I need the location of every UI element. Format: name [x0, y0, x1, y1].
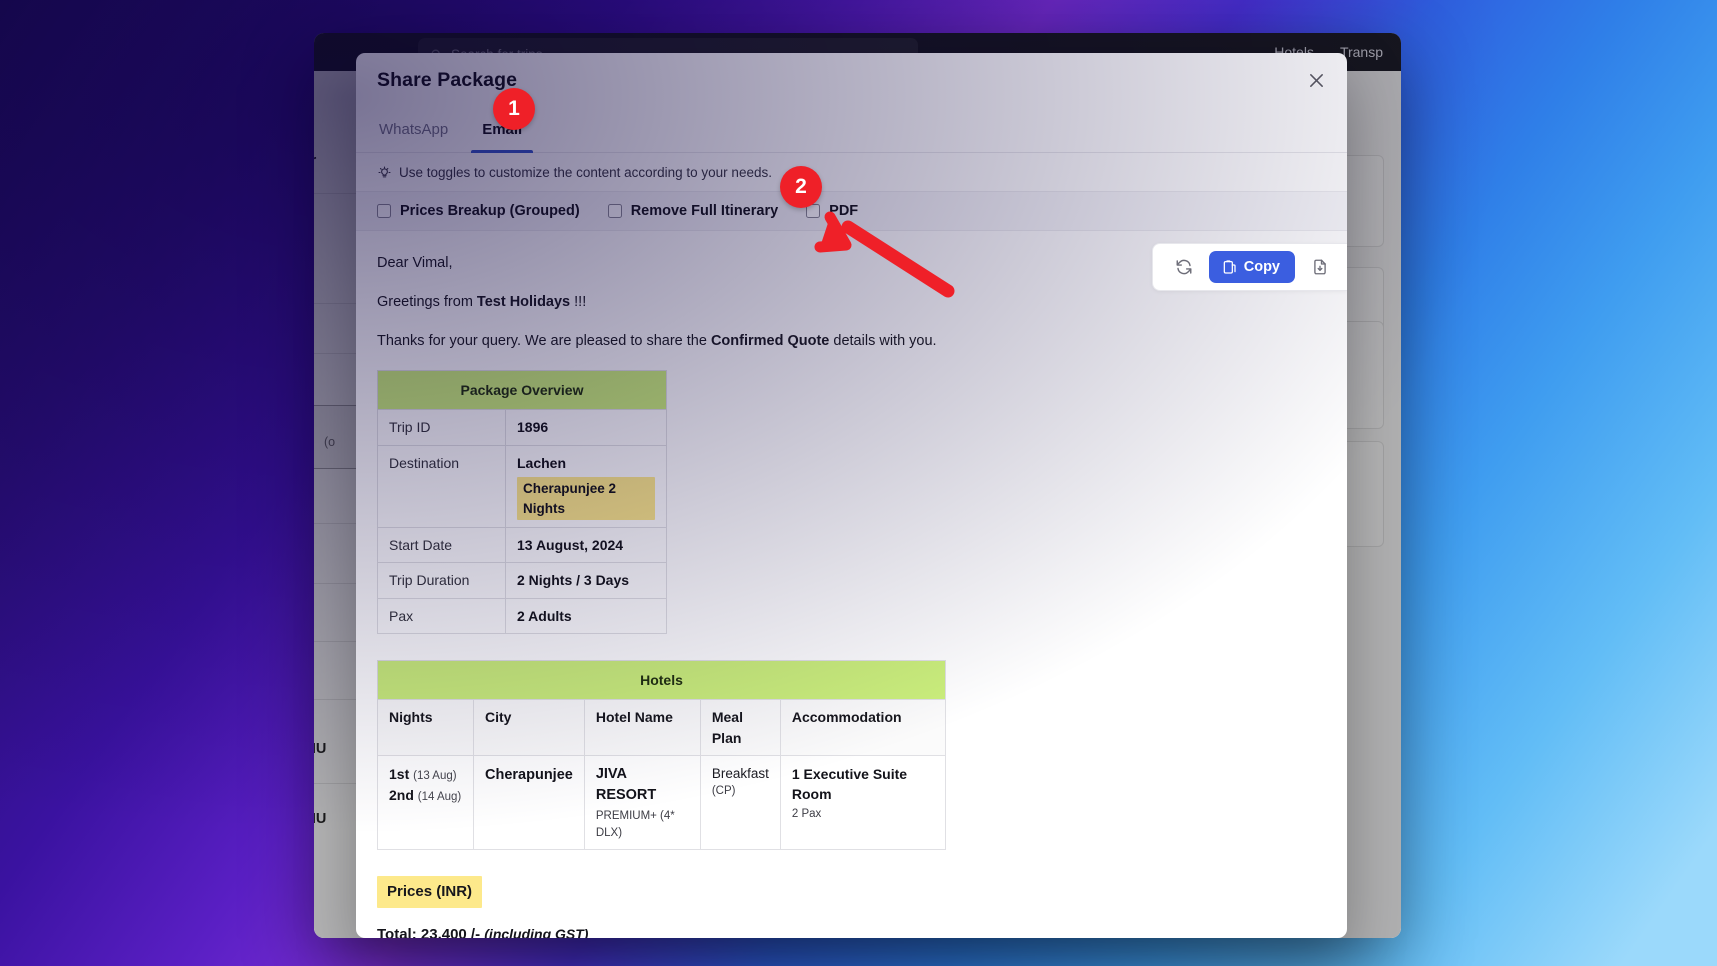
accommodation: 1 Executive Suite Room	[792, 764, 934, 805]
toggle-label: PDF	[829, 203, 858, 219]
prices-heading: Prices (INR)	[377, 876, 482, 908]
cell-accommodation: 1 Executive Suite Room 2 Pax	[780, 755, 945, 849]
close-button[interactable]	[1299, 63, 1333, 97]
annotation-badge-2: 2	[780, 166, 822, 208]
table-title-row: Package Overview	[378, 371, 667, 410]
package-overview-table: Package Overview Trip ID 1896 Destinatio…	[377, 370, 667, 634]
table-header-row: Nights City Hotel Name Meal Plan Accommo…	[378, 700, 946, 756]
city-name: Cherapunjee	[485, 767, 573, 783]
clipboard-icon	[1221, 259, 1237, 275]
hotels-table: Hotels Nights City Hotel Name Meal Plan …	[377, 660, 946, 850]
column-header-city: City	[474, 700, 585, 756]
cell-meal-plan: Breakfast (CP)	[700, 755, 780, 849]
lightbulb-icon	[377, 165, 392, 180]
table-row: Start Date 13 August, 2024	[378, 528, 667, 563]
intro-bold: Confirmed Quote	[711, 333, 829, 349]
column-header-accommodation: Accommodation	[780, 700, 945, 756]
cell-city: Cherapunjee	[474, 755, 585, 849]
cell-hotel-name: JIVA RESORT PREMIUM+ (4* DLX)	[584, 755, 700, 849]
meal-plan: Breakfast	[712, 764, 769, 784]
column-header-nights: Nights	[378, 700, 474, 756]
copy-button-label: Copy	[1244, 259, 1280, 275]
hint-row: Use toggles to customize the content acc…	[356, 153, 1347, 191]
table-row: Trip ID 1896	[378, 410, 667, 445]
row-value: 2 Nights / 3 Days	[506, 563, 667, 598]
cell-nights: 1st (13 Aug) 2nd (14 Aug)	[378, 755, 474, 849]
table-title-row: Hotels	[378, 660, 946, 699]
email-intro: Thanks for your query. We are pleased to…	[377, 331, 1323, 352]
meal-plan-code: (CP)	[712, 783, 769, 800]
tab-whatsapp[interactable]: WhatsApp	[377, 107, 450, 152]
greeting-prefix: Greetings from	[377, 294, 477, 310]
row-value: 13 August, 2024	[506, 528, 667, 563]
night-1: 1st	[389, 766, 409, 782]
destination-highlight: Cherapunjee 2 Nights	[517, 477, 655, 520]
close-icon	[1308, 72, 1325, 89]
company-name: Test Holidays	[477, 294, 570, 310]
row-label: Destination	[378, 445, 506, 527]
destination-primary: Lachen	[517, 455, 566, 471]
desktop-wallpaper: Search for trips Hotels Transp Playgr vi…	[0, 0, 1717, 966]
refresh-button[interactable]	[1167, 251, 1201, 283]
toggle-row: Prices Breakup (Grouped) Remove Full Iti…	[356, 191, 1347, 231]
table-row: Pax 2 Adults	[378, 598, 667, 633]
column-header-meal-plan: Meal Plan	[700, 700, 780, 756]
download-button[interactable]	[1303, 251, 1337, 283]
annotation-badge-1: 1	[493, 88, 535, 130]
table-row: 1st (13 Aug) 2nd (14 Aug) Cherapunjee JI…	[378, 755, 946, 849]
column-header-hotel-name: Hotel Name	[584, 700, 700, 756]
file-download-icon	[1311, 258, 1329, 276]
package-overview-title: Package Overview	[378, 371, 667, 410]
modal-title: Share Package	[377, 69, 517, 92]
hotels-title: Hotels	[378, 660, 946, 699]
intro-prefix: Thanks for your query. We are pleased to…	[377, 333, 711, 349]
hint-text: Use toggles to customize the content acc…	[399, 165, 772, 180]
intro-suffix: details with you.	[829, 333, 936, 349]
night-2: 2nd	[389, 787, 414, 803]
total-note: (including GST)	[484, 926, 588, 938]
greeting-suffix: !!!	[570, 294, 586, 310]
row-label: Trip Duration	[378, 563, 506, 598]
email-greeting: Greetings from Test Holidays !!!	[377, 292, 1323, 313]
hotel-name: JIVA RESORT	[596, 764, 689, 806]
toggle-label: Remove Full Itinerary	[631, 203, 778, 219]
row-label: Start Date	[378, 528, 506, 563]
row-label: Pax	[378, 598, 506, 633]
night-1-date: (13 Aug)	[413, 770, 456, 782]
total-line: Total: 23,400 /- (including GST)	[377, 924, 1323, 938]
table-row: Trip Duration 2 Nights / 3 Days	[378, 563, 667, 598]
toggle-prices-breakup[interactable]: Prices Breakup (Grouped)	[377, 203, 580, 219]
total-amount: Total: 23,400 /-	[377, 926, 484, 938]
email-preview-area: Copy Dear Vimal, Greetings from Test Hol…	[356, 231, 1347, 938]
checkbox-prices-breakup[interactable]	[377, 204, 391, 218]
checkbox-remove-itinerary[interactable]	[608, 204, 622, 218]
night-2-date: (14 Aug)	[418, 791, 461, 803]
email-action-bar: Copy	[1152, 243, 1347, 291]
toggle-pdf[interactable]: PDF	[806, 203, 858, 219]
row-value: 1896	[506, 410, 667, 445]
toggle-label: Prices Breakup (Grouped)	[400, 203, 580, 219]
toggle-remove-full-itinerary[interactable]: Remove Full Itinerary	[608, 203, 778, 219]
row-label: Trip ID	[378, 410, 506, 445]
share-package-modal: Share Package WhatsApp Email Use toggles…	[356, 53, 1347, 938]
hotel-category: PREMIUM+ (4* DLX)	[596, 808, 689, 841]
refresh-icon	[1175, 258, 1193, 276]
copy-button[interactable]: Copy	[1209, 251, 1295, 283]
row-value: 2 Adults	[506, 598, 667, 633]
table-row: Destination Lachen Cherapunjee 2 Nights	[378, 445, 667, 527]
accommodation-pax: 2 Pax	[792, 806, 934, 823]
email-content: Dear Vimal, Greetings from Test Holidays…	[356, 231, 1347, 938]
row-value: Lachen Cherapunjee 2 Nights	[506, 445, 667, 527]
